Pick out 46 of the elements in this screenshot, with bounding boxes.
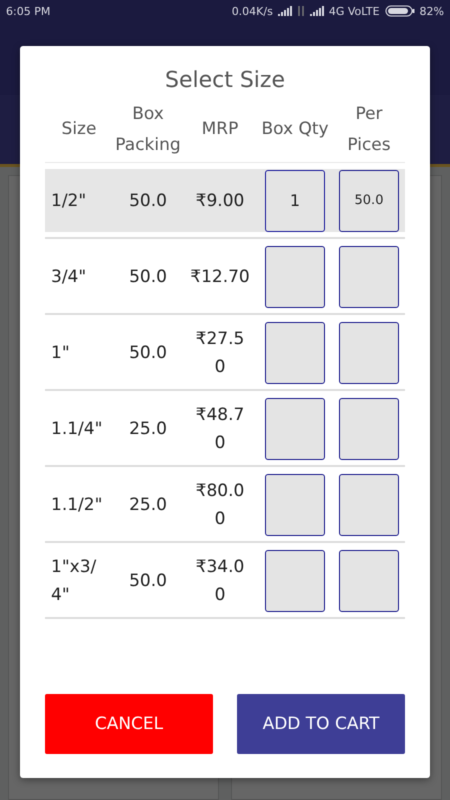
network-type: 4G VoLTE <box>328 4 380 18</box>
cancel-button[interactable]: CANCEL <box>45 694 213 754</box>
box-qty-field[interactable] <box>265 550 325 612</box>
battery-icon <box>384 5 415 17</box>
size-row[interactable]: 1/2" 50.0 ₹9.00 1 50.0 <box>45 169 405 232</box>
mrp-cell-text: ₹34.00 <box>194 556 246 606</box>
size-cell-text: 1/2" <box>50 190 88 212</box>
box-packing-cell-text: 50.0 <box>128 266 168 288</box>
box-qty-field[interactable] <box>265 246 325 308</box>
add-to-cart-button[interactable]: ADD TO CART <box>237 694 405 754</box>
box-packing-cell-text: 50.0 <box>128 570 168 592</box>
mrp-cell-text: ₹12.70 <box>189 266 251 288</box>
per-pieces-field[interactable] <box>339 322 399 384</box>
column-header: Per Pices <box>346 102 392 156</box>
mrp-cell-text: ₹48.70 <box>194 404 246 454</box>
signal-icon <box>278 6 292 16</box>
box-qty-field[interactable] <box>265 474 325 536</box>
size-cell-text: 1"x3/4" <box>50 556 98 606</box>
battery-percent: 82% <box>420 4 444 18</box>
column-header: MRP <box>200 118 240 141</box>
box-qty-field[interactable]: 1 <box>265 170 325 232</box>
size-cell-text: 1" <box>50 342 71 364</box>
size-cell-text: 1.1/4" <box>50 418 104 440</box>
per-pieces-field[interactable] <box>339 474 399 536</box>
column-header: Box Qty <box>260 118 330 141</box>
size-cell-text: 3/4" <box>50 266 88 288</box>
box-packing-cell-text: 25.0 <box>128 418 168 440</box>
mrp-cell-text: ₹9.00 <box>194 190 246 212</box>
box-packing-cell-text: 50.0 <box>128 342 168 364</box>
box-qty-field[interactable] <box>265 322 325 384</box>
network-speed: 0.04K/s <box>232 4 273 18</box>
box-packing-cell-text: 25.0 <box>128 494 168 516</box>
mrp-cell-text: ₹27.50 <box>194 328 246 378</box>
per-pieces-field[interactable]: 50.0 <box>339 170 399 232</box>
box-qty-field[interactable] <box>265 398 325 460</box>
status-time: 6:05 PM <box>6 4 50 18</box>
column-header: Box Packing <box>114 102 182 156</box>
size-cell-text: 1.1/2" <box>50 494 104 516</box>
signal-icon <box>310 6 324 16</box>
dialog-title: Select Size <box>164 68 286 93</box>
per-pieces-field[interactable] <box>339 246 399 308</box>
per-pieces-field[interactable] <box>339 398 399 460</box>
box-packing-cell-text: 50.0 <box>128 190 168 212</box>
per-pieces-field[interactable] <box>339 550 399 612</box>
column-header: Size <box>60 118 98 141</box>
mrp-cell-text: ₹80.00 <box>194 480 246 530</box>
